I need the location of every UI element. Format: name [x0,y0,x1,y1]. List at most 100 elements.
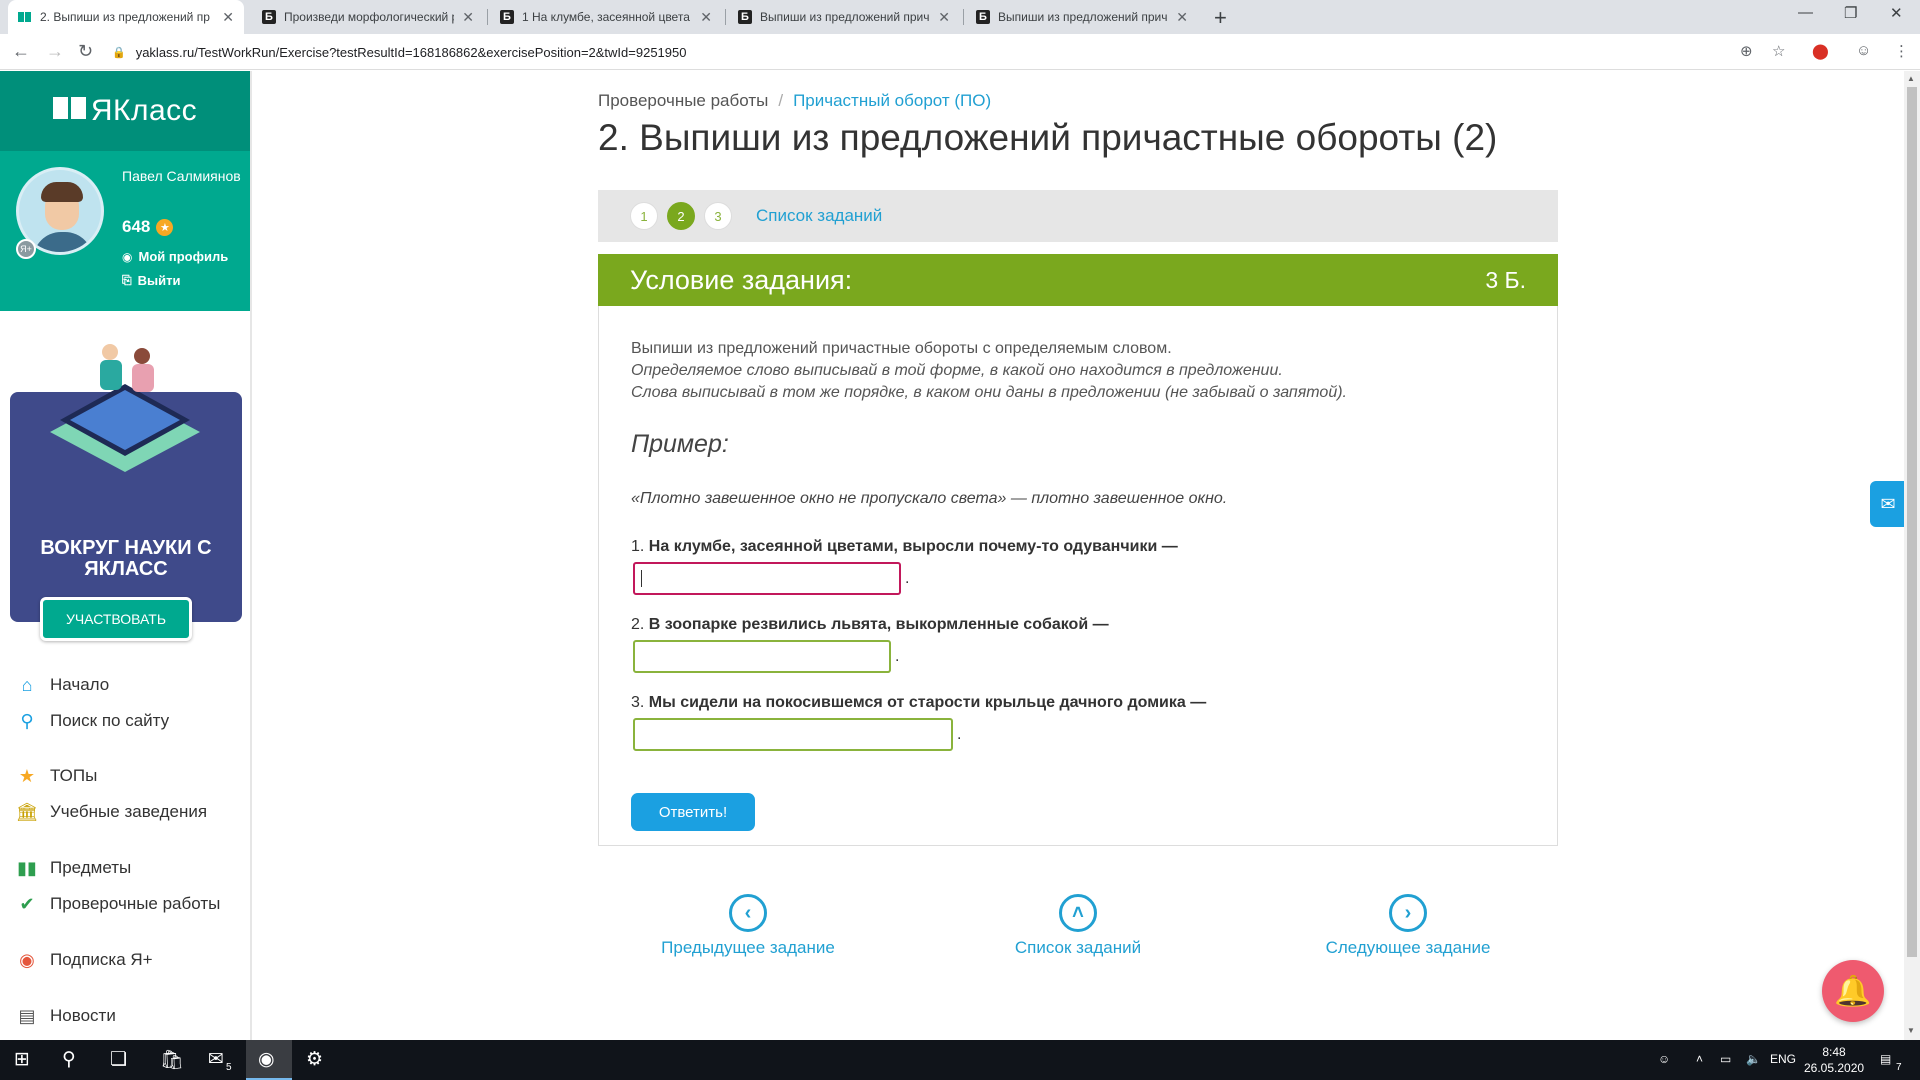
profile-avatar-icon[interactable]: ☺ [1856,42,1871,59]
close-tab-icon[interactable]: ✕ [700,9,712,26]
prev-task-label: Предыдущее задание [661,938,835,957]
tab-title: 2. Выпиши из предложений пр [40,10,210,24]
points-star-icon: ★ [156,218,174,236]
subscription-icon: ◉ [19,949,35,970]
forward-icon[interactable]: → [46,41,64,62]
answer-input-2[interactable] [633,640,891,673]
volume-icon[interactable]: 🔈 [1746,1052,1761,1066]
promo-banner[interactable]: ВОКРУГ НАУКИ С ЯКЛАСС [10,344,242,622]
news-icon: ▤ [18,1005,36,1026]
steam-icon[interactable]: ⚙ [306,1048,323,1071]
page-title: 2. Выпиши из предложений причастные обор… [598,117,1498,158]
windows-start-icon[interactable]: ⊞ [14,1048,30,1071]
sidebar-item-label: Проверочные работы [50,894,221,913]
new-tab-icon[interactable]: + [1214,5,1227,31]
sidebar-item-institutions[interactable]: 🏛 Учебные заведения [16,801,208,823]
restore-icon[interactable]: ❐ [1844,4,1857,22]
clock[interactable]: 8:48 26.05.2020 [1804,1044,1864,1076]
task-view-icon[interactable]: ❏ [110,1048,127,1071]
network-icon[interactable]: ▭ [1720,1052,1731,1066]
reload-icon[interactable]: ↻ [78,41,93,62]
user-name: Павел Салмиянов [122,168,241,184]
breadcrumb: Проверочные работы / Причастный оборот (… [598,91,992,111]
page-scrollbar[interactable]: ▲ ▼ [1904,71,1920,1040]
tray-chevron-up-icon[interactable]: ˄ [1696,1052,1703,1066]
sidebar-item-subscription[interactable]: ◉ Подписка Я+ [16,949,152,971]
answer-input-3[interactable] [633,718,953,751]
task-list-link[interactable]: Список заданий [756,206,882,226]
sidebar-item-home[interactable]: ⌂ Начало [16,674,110,696]
scroll-up-icon[interactable]: ▲ [1907,74,1915,83]
scrollbar-thumb[interactable] [1907,87,1917,957]
address-bar: ← → ↻ 🔒 yaklass.ru/TestWorkRun/Exercise?… [0,34,1920,70]
close-tab-icon[interactable]: ✕ [462,9,474,26]
user-points: 648 ★ [122,217,174,237]
scroll-down-icon[interactable]: ▼ [1907,1026,1915,1035]
task-instructions: Выпиши из предложений причастные обороты… [631,338,1347,404]
feedback-mail-icon[interactable]: ✉ [1870,481,1906,527]
sidebar-item-news[interactable]: ▤ Новости [16,1005,115,1027]
close-window-icon[interactable]: ✕ [1890,4,1903,22]
sidebar-item-subjects[interactable]: ▮▮ Предметы [16,857,131,879]
task-list-label: Список заданий [1014,938,1142,957]
question-2: 2. В зоопарке резвились львята, выкормле… [631,616,1109,634]
sidebar: ЯКласс Я+ Павел Салмиянов 648 ★ ◉ Мой пр… [0,71,252,1040]
install-icon[interactable]: ⊕ [1740,42,1753,60]
submit-answer-button[interactable]: Ответить! [631,793,755,831]
bookmark-star-icon[interactable]: ☆ [1772,42,1785,60]
close-tab-icon[interactable]: ✕ [222,9,234,26]
yaklass-favicon-icon [18,10,32,24]
language-indicator[interactable]: ENG [1770,1052,1796,1066]
points-value: 648 [122,217,151,236]
windows-taskbar: ⊞ ⚲ ❏ 🛍 ✉ 5 ◉ ⚙ ☺ ˄ ▭ 🔈 ENG 8:48 26.05.2… [0,1040,1920,1080]
step-2[interactable]: 2 [667,202,695,230]
url-field[interactable]: 🔒 yaklass.ru/TestWorkRun/Exercise?testRe… [112,40,1732,64]
sidebar-item-tops[interactable]: ★ ТОПы [16,765,97,787]
notification-bell-icon[interactable]: 🔔 [1822,960,1884,1022]
people-icon[interactable]: ☺ [1658,1052,1670,1066]
back-icon[interactable]: ← [12,41,30,62]
example-text: «Плотно завешенное окно не пропускало св… [631,490,1228,507]
search-icon[interactable]: ⚲ [62,1048,76,1071]
sidebar-item-search[interactable]: ⚲ Поиск по сайту [16,710,169,732]
store-icon[interactable]: 🛍 [160,1048,184,1072]
browser-tab-5[interactable]: Б Выпиши из предложений прич ✕ [966,0,1198,34]
prev-task-link[interactable]: ‹ Предыдущее задание [628,894,868,958]
question-number: 2. [631,616,645,633]
logo-text: ЯКласс [90,94,198,127]
banner-illustration [50,344,200,472]
minimize-icon[interactable]: — [1798,4,1813,21]
sidebar-item-label: Поиск по сайту [50,711,170,730]
task-header: Условие задания: 3 Б. [598,254,1558,306]
task-list-nav-link[interactable]: ˄ Список заданий [958,894,1198,958]
browser-tab-4[interactable]: Б Выпиши из предложений прич ✕ [728,0,960,34]
step-1[interactable]: 1 [630,202,658,230]
answer-input-1[interactable] [633,562,901,595]
next-task-link[interactable]: › Следующее задание [1288,894,1528,958]
chevron-up-icon: ˄ [1059,894,1097,932]
next-task-label: Следующее задание [1325,938,1491,957]
chrome-icon[interactable]: ◉ [258,1048,275,1071]
menu-dots-icon[interactable]: ⋮ [1894,42,1909,60]
breadcrumb-root[interactable]: Проверочные работы [598,91,768,111]
close-tab-icon[interactable]: ✕ [938,9,950,26]
extension-icon[interactable]: ⬤ [1812,42,1829,60]
participate-button[interactable]: УЧАСТВОВАТЬ [40,597,192,641]
mail-icon[interactable]: ✉ [208,1048,224,1071]
step-3[interactable]: 3 [704,202,732,230]
browser-tab-1[interactable]: 2. Выпиши из предложений пр ✕ [8,0,244,34]
browser-tab-2[interactable]: Б Произведи морфологический р ✕ [252,0,484,34]
question-text: В зоопарке резвились львята, выкормленны… [648,616,1109,633]
logout-link[interactable]: ⎘ Выйти [122,273,180,288]
logout-icon: ⎘ [122,273,132,287]
browser-tabbar: 2. Выпиши из предложений пр ✕ Б Произвед… [0,0,1920,34]
breadcrumb-current[interactable]: Причастный оборот (ПО) [793,91,991,111]
close-tab-icon[interactable]: ✕ [1176,9,1188,26]
banner-title: ВОКРУГ НАУКИ С ЯКЛАСС [40,537,212,580]
my-profile-link[interactable]: ◉ Мой профиль [122,249,228,264]
site-logo[interactable]: ЯКласс [0,71,250,151]
ya-plus-badge-icon: Я+ [16,239,36,259]
browser-tab-3[interactable]: Б 1 На клумбе, засеянной цвета ✕ [490,0,722,34]
sidebar-item-tests[interactable]: ✔ Проверочные работы [16,893,220,915]
action-center-icon[interactable]: ▤ [1880,1052,1891,1066]
